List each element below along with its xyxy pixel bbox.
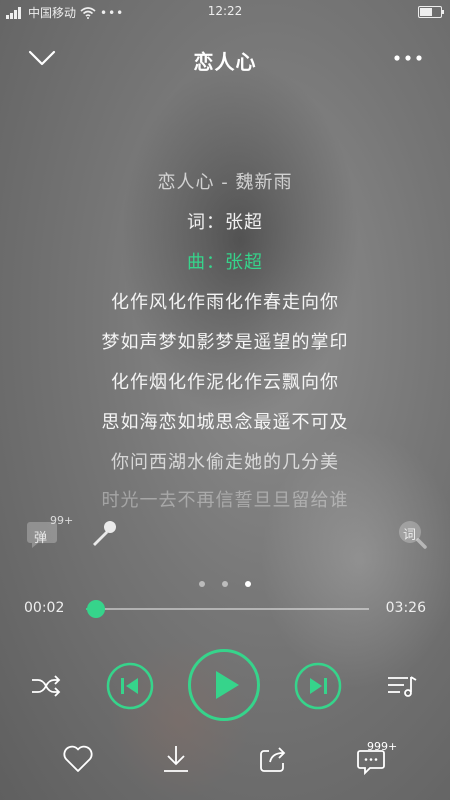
- status-time: 12:22: [207, 4, 243, 18]
- playlist-icon: [388, 676, 417, 697]
- page-dot-active[interactable]: [245, 581, 252, 587]
- karaoke-button[interactable]: [88, 518, 120, 550]
- total-time: 03:26: [385, 600, 426, 616]
- more-options-button[interactable]: [390, 46, 426, 70]
- page-dot[interactable]: [198, 581, 205, 587]
- shuffle-icon: [32, 675, 61, 697]
- comment-count-badge: 999+: [367, 740, 398, 753]
- lyric-toggle-label: 词: [403, 528, 417, 543]
- lyrics-panel[interactable]: 恋人心 - 魏新雨 词：张超 曲：张超 化作风化作雨化作春走向你 梦如声梦如影梦…: [0, 160, 450, 510]
- danmu-label: 弹: [34, 531, 48, 546]
- playlist-button[interactable]: [386, 672, 418, 700]
- page-indicator: [0, 572, 450, 591]
- seek-handle[interactable]: [86, 600, 105, 618]
- lyric-line: 词：张超: [187, 212, 263, 233]
- song-title: 恋人心: [193, 50, 257, 74]
- lyric-line-current: 曲：张超: [187, 252, 263, 273]
- lyric-line: 化作风化作雨化作春走向你: [111, 292, 339, 313]
- previous-icon: [106, 662, 154, 710]
- lyric-line: 时光一去不再信誓旦旦留给谁: [101, 490, 349, 510]
- microphone-icon: [93, 521, 116, 546]
- shuffle-button[interactable]: [30, 672, 62, 700]
- more-icon: [394, 55, 422, 61]
- heart-icon: [63, 745, 93, 772]
- share-icon: [260, 747, 286, 772]
- current-time: 00:02: [24, 600, 65, 616]
- lyric-line: 恋人心 - 魏新雨: [157, 172, 293, 193]
- playback-controls: [0, 646, 450, 726]
- progress-bar: 00:02 03:26: [0, 598, 450, 622]
- next-button[interactable]: [294, 662, 342, 710]
- page-dot[interactable]: [222, 581, 228, 587]
- lyric-line: 化作烟化作泥化作云飘向你: [111, 372, 339, 393]
- share-button[interactable]: [256, 742, 290, 776]
- download-button[interactable]: [159, 742, 193, 776]
- like-button[interactable]: [61, 742, 95, 776]
- lyric-search-button[interactable]: 词: [396, 518, 428, 550]
- danmu-count-badge: 99+: [50, 514, 74, 527]
- comment-button[interactable]: 999+: [355, 740, 397, 776]
- status-bar: 中国移动 ••• 12:22: [0, 0, 450, 24]
- player-header: 恋人心: [0, 36, 450, 80]
- lyric-line: 你问西湖水偷走她的几分美: [111, 452, 339, 473]
- download-icon: [164, 746, 188, 772]
- lyric-line: 思如海恋如城思念最遥不可及: [101, 412, 349, 433]
- next-icon: [294, 662, 342, 710]
- play-icon: [188, 649, 260, 721]
- seek-track[interactable]: [86, 600, 369, 618]
- play-button[interactable]: [187, 648, 261, 722]
- danmu-button[interactable]: 弹 99+: [26, 514, 74, 550]
- battery-icon: [418, 6, 444, 18]
- lyric-line: 梦如声梦如影梦是遥望的掌印: [101, 332, 349, 353]
- previous-button[interactable]: [106, 662, 154, 710]
- bottom-action-bar: 999+: [0, 738, 450, 782]
